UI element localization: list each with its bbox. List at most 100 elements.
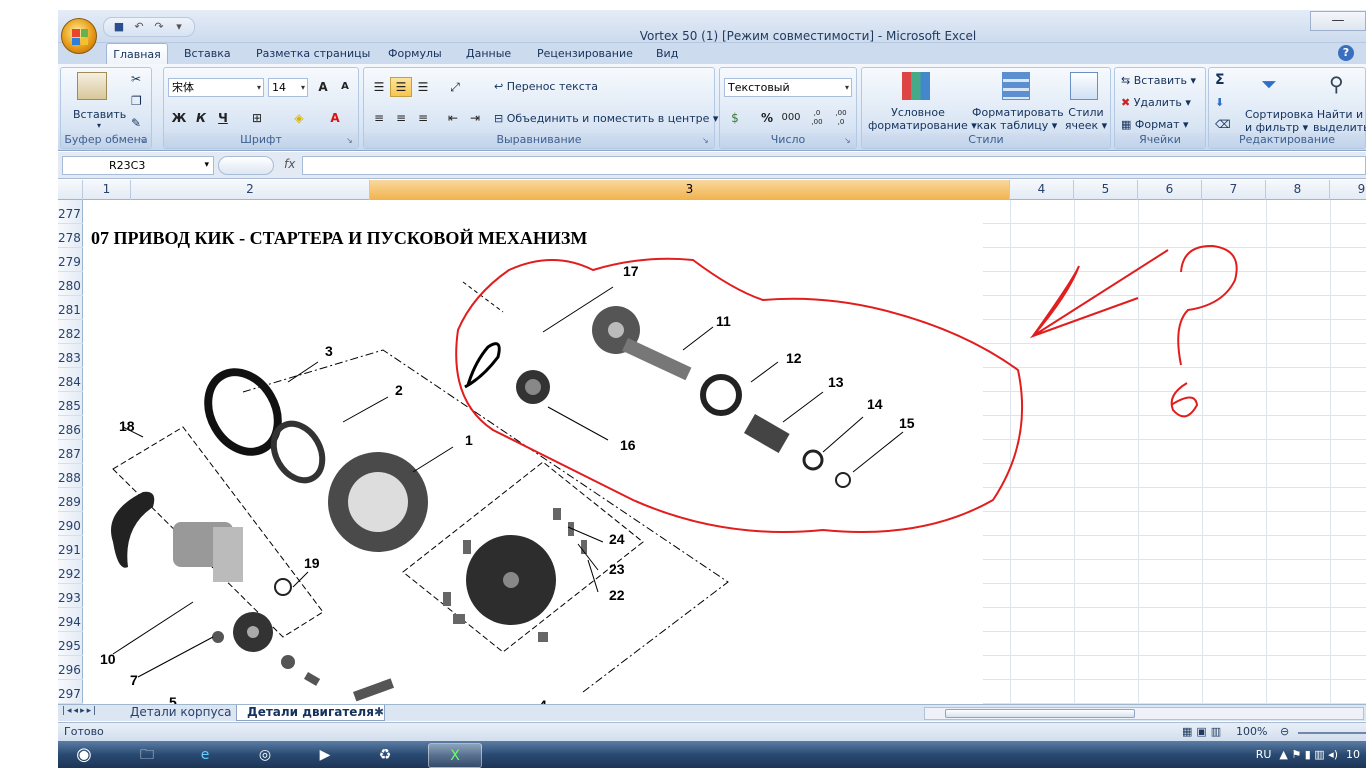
horizontal-scroll-thumb[interactable] — [945, 709, 1135, 718]
align-top-icon[interactable]: ☰ — [368, 77, 390, 97]
format-as-table-icon[interactable] — [1002, 72, 1030, 100]
app-taskbar-icon[interactable]: ♻ — [358, 743, 412, 768]
zoom-slider[interactable] — [1298, 732, 1366, 734]
row-header-290[interactable]: 290 — [58, 512, 83, 536]
currency-icon[interactable]: $ — [724, 108, 746, 128]
tab-view[interactable]: Вид — [652, 43, 682, 65]
column-header-3[interactable]: 3 — [370, 180, 1010, 200]
orientation-icon[interactable]: ⤢ — [444, 77, 466, 97]
view-buttons-icon[interactable]: ▦▣▥ — [1182, 725, 1225, 738]
find-select-button[interactable]: Найти и выделить — [1313, 108, 1366, 134]
tray-icons[interactable]: ▲ ⚑ ▮ ▥ ◂) — [1279, 748, 1338, 761]
ie-taskbar-icon[interactable]: e — [178, 743, 232, 768]
row-header-289[interactable]: 289 — [58, 488, 83, 512]
undo-icon[interactable]: ↶ — [130, 19, 148, 35]
row-header-291[interactable]: 291 — [58, 536, 83, 560]
row-header-279[interactable]: 279 — [58, 248, 83, 272]
align-right-icon[interactable]: ≡ — [412, 108, 434, 128]
conditional-formatting-button[interactable]: Условное форматирование ▾ — [868, 106, 977, 132]
paste-icon[interactable] — [77, 72, 107, 100]
delete-cells-button[interactable]: ✖ Удалить ▾ — [1121, 96, 1191, 109]
select-all-button[interactable] — [58, 180, 83, 200]
row-header-297[interactable]: 297 — [58, 680, 83, 704]
fill-icon[interactable]: ⬇ — [1215, 96, 1224, 109]
office-button[interactable] — [61, 18, 97, 54]
column-header-9[interactable]: 9 — [1330, 180, 1366, 200]
chrome-taskbar-icon[interactable]: ◎ — [238, 743, 292, 768]
column-header-7[interactable]: 7 — [1202, 180, 1266, 200]
paste-button[interactable]: Вставить — [73, 108, 126, 121]
number-format-select[interactable]: Текстовый ▾ — [724, 78, 852, 97]
grow-font-button[interactable]: A — [312, 77, 334, 97]
paste-dropdown-icon[interactable]: ▾ — [97, 121, 101, 130]
format-painter-icon[interactable]: ✎ — [131, 116, 141, 130]
increase-decimal-button[interactable]: ,0 ,00 — [806, 108, 828, 128]
wrap-text-button[interactable]: ↩ Перенос текста — [494, 80, 598, 93]
row-header-292[interactable]: 292 — [58, 560, 83, 584]
row-header-277[interactable]: 277 — [58, 200, 83, 224]
thousands-button[interactable]: 000 — [780, 108, 802, 128]
row-header-283[interactable]: 283 — [58, 344, 83, 368]
decrease-indent-icon[interactable]: ⇤ — [442, 108, 464, 128]
fill-color-icon[interactable]: ◈ — [288, 108, 310, 128]
row-header-296[interactable]: 296 — [58, 656, 83, 680]
sheet-tab-body-parts[interactable]: Детали корпуса — [120, 705, 242, 721]
row-header-295[interactable]: 295 — [58, 632, 83, 656]
row-header-294[interactable]: 294 — [58, 608, 83, 632]
row-header-286[interactable]: 286 — [58, 416, 83, 440]
insert-cells-button[interactable]: ⇆ Вставить ▾ — [1121, 74, 1196, 87]
decrease-decimal-button[interactable]: ,00 ,0 — [830, 108, 852, 128]
row-header-293[interactable]: 293 — [58, 584, 83, 608]
formula-bar-resize-handle[interactable] — [218, 156, 274, 175]
worksheet-grid[interactable]: 07 ПРИВОД КИК - СТАРТЕРА И ПУСКОВОЙ МЕХА… — [83, 200, 1366, 704]
tab-page-layout[interactable]: Разметка страницы — [252, 43, 374, 65]
tab-review[interactable]: Рецензирование — [533, 43, 637, 65]
media-taskbar-icon[interactable]: ▶ — [298, 743, 352, 768]
column-header-5[interactable]: 5 — [1074, 180, 1138, 200]
format-cells-button[interactable]: ▦ Формат ▾ — [1121, 118, 1189, 131]
language-indicator[interactable]: RU — [1256, 748, 1272, 761]
excel-taskbar-icon[interactable]: X — [428, 743, 482, 768]
sheet-tab-engine-parts[interactable]: Детали двигателя — [236, 705, 385, 721]
row-header-284[interactable]: 284 — [58, 368, 83, 392]
sort-filter-button[interactable]: Сортировка и фильтр ▾ — [1245, 108, 1314, 134]
bold-button[interactable]: Ж — [168, 108, 190, 128]
column-header-6[interactable]: 6 — [1138, 180, 1202, 200]
conditional-formatting-icon[interactable] — [902, 72, 930, 100]
row-header-285[interactable]: 285 — [58, 392, 83, 416]
tab-insert[interactable]: Вставка — [180, 43, 235, 65]
tab-data[interactable]: Данные — [462, 43, 515, 65]
zoom-level[interactable]: 100% — [1236, 725, 1267, 738]
font-launcher-icon[interactable]: ↘ — [346, 136, 356, 146]
find-select-icon[interactable]: ⚲ — [1329, 72, 1344, 96]
row-header-287[interactable]: 287 — [58, 440, 83, 464]
formula-input[interactable] — [302, 156, 1366, 175]
minimize-button[interactable]: — — [1310, 11, 1366, 31]
percent-button[interactable]: % — [756, 108, 778, 128]
font-color-icon[interactable]: A — [324, 108, 346, 128]
copy-icon[interactable]: ❐ — [131, 94, 142, 108]
row-header-288[interactable]: 288 — [58, 464, 83, 488]
autosum-button[interactable]: Σ — [1215, 72, 1225, 88]
clipboard-launcher-icon[interactable]: ↘ — [139, 136, 149, 146]
column-header-1[interactable]: 1 — [83, 180, 131, 200]
merge-center-button[interactable]: ⊟ Объединить и поместить в центре ▾ — [494, 112, 718, 125]
explorer-taskbar-icon[interactable]: 🗀 — [120, 743, 174, 768]
borders-icon[interactable]: ⊞ — [246, 108, 268, 128]
align-left-icon[interactable]: ≡ — [368, 108, 390, 128]
shrink-font-button[interactable]: A — [334, 77, 356, 97]
clock[interactable]: 10 — [1346, 748, 1360, 761]
zoom-out-icon[interactable]: ⊖ — [1280, 725, 1289, 738]
row-header-281[interactable]: 281 — [58, 296, 83, 320]
insert-sheet-icon[interactable]: ✱ — [368, 705, 390, 721]
insert-function-button[interactable]: fx — [284, 157, 295, 171]
row-header-282[interactable]: 282 — [58, 320, 83, 344]
help-icon[interactable]: ? — [1338, 45, 1354, 61]
italic-button[interactable]: К — [190, 108, 212, 128]
tab-home[interactable]: Главная — [106, 43, 168, 65]
align-center-icon[interactable]: ≡ — [390, 108, 412, 128]
row-header-280[interactable]: 280 — [58, 272, 83, 296]
name-box[interactable]: R23C3 ▾ — [62, 156, 214, 175]
alignment-launcher-icon[interactable]: ↘ — [702, 136, 712, 146]
redo-icon[interactable]: ↷ — [150, 19, 168, 35]
